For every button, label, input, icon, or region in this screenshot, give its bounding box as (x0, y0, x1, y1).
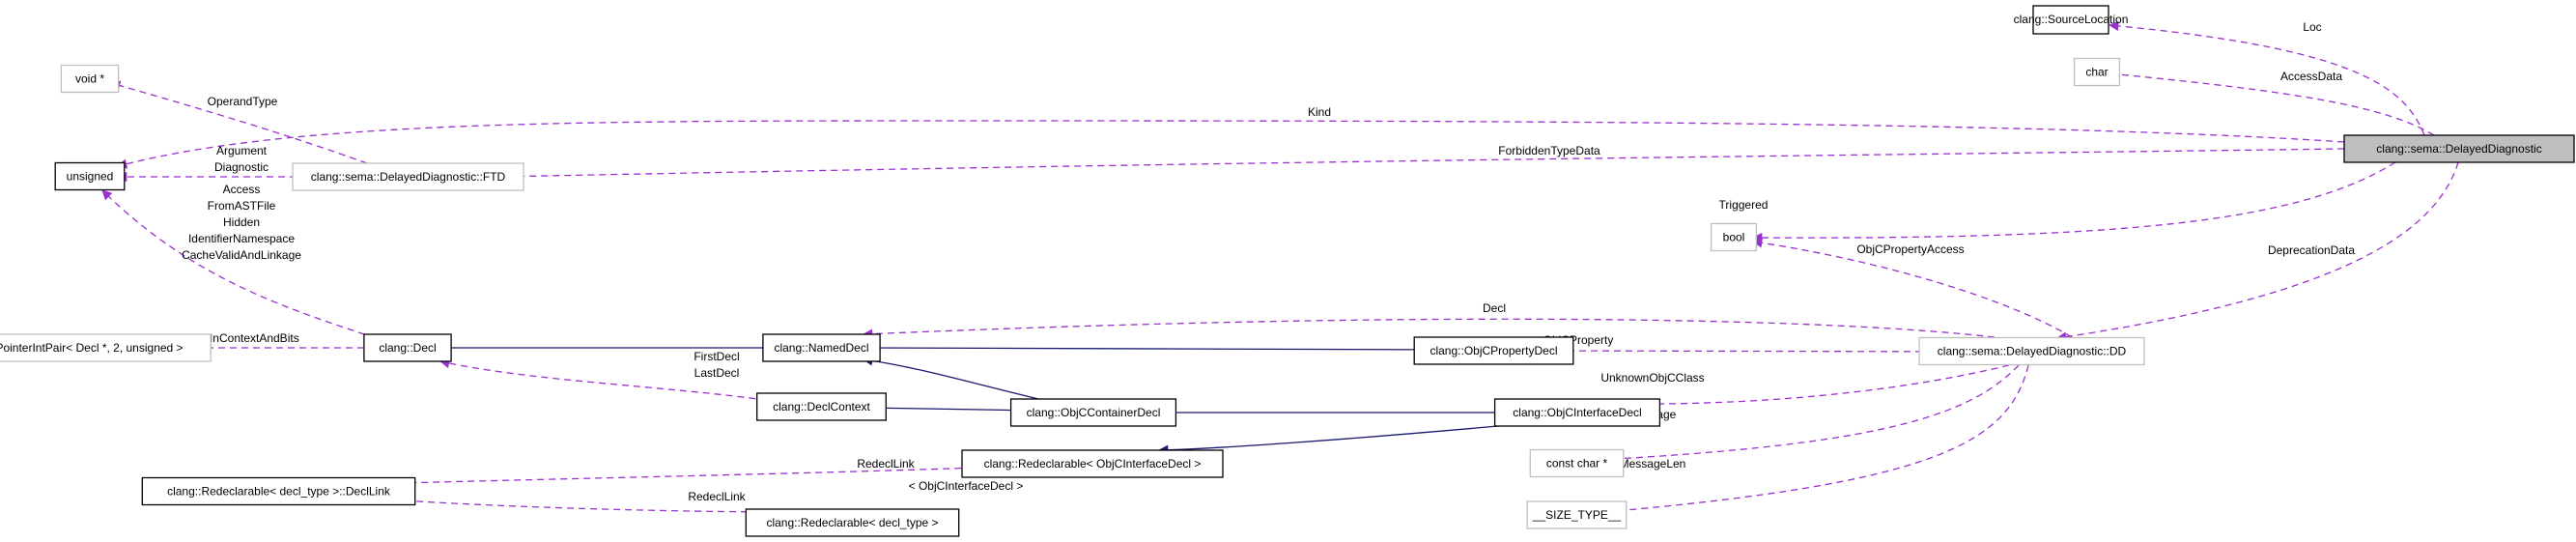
edge-label-line: OperandType (208, 95, 278, 108)
edge-label: RedeclLink (688, 490, 746, 503)
node-label: clang::Redeclarable< decl_type > (766, 516, 938, 529)
node-constcharp[interactable]: const char * (1529, 448, 1625, 478)
edge-label-line: IdentifierNamespace (188, 232, 295, 245)
node-label: clang::ObjCInterfaceDecl (1513, 406, 1641, 419)
edge-label: Argument Diagnostic (214, 144, 269, 174)
node-label: clang::ObjCContainerDecl (1027, 406, 1161, 419)
edge-dd_root-to-unsigned (116, 120, 2345, 169)
node-char[interactable]: char (2073, 57, 2121, 87)
edge-label: FirstDecl LastDecl (694, 350, 739, 380)
edge-label-line: Diagnostic (214, 160, 269, 174)
node-declctx[interactable]: clang::DeclContext (756, 392, 887, 421)
node-redecltmpl[interactable]: clang::Redeclarable< decl_type > (745, 508, 960, 537)
edge-label: UnknownObjCClass (1600, 371, 1704, 385)
edge-label-line: Triggered (1719, 198, 1769, 212)
edge-label-line: FromASTFile (208, 199, 276, 213)
node-label: clang::Redeclarable< ObjCInterfaceDecl > (984, 457, 1202, 471)
edge-label-line: Decl (1483, 301, 1506, 315)
node-ftd[interactable]: clang::sema::DelayedDiagnostic::FTD (292, 162, 524, 191)
node-label: clang::sema::DelayedDiagnostic (2376, 142, 2541, 156)
edge-label-line: AccessData (2280, 70, 2342, 83)
node-redeclobjc[interactable]: clang::Redeclarable< ObjCInterfaceDecl > (961, 449, 1224, 478)
node-label: clang::DeclContext (773, 400, 870, 414)
node-objcpropdecl[interactable]: clang::ObjCPropertyDecl (1413, 336, 1574, 365)
edge-label: Decl (1483, 301, 1506, 315)
edge-dd_root-to-ddd (2055, 161, 2459, 342)
node-label: clang::Decl (379, 341, 436, 355)
edge-dd_root-to-bool (1751, 161, 2396, 243)
node-label: clang::NamedDecl (774, 341, 868, 355)
edge-label: < ObjCInterfaceDecl > (909, 479, 1024, 493)
edge-dd_root-to-ftd (495, 148, 2345, 183)
edge-dd_root-to-char (2107, 69, 2435, 136)
edge-label: DeprecationData (2268, 243, 2355, 257)
edge-label-line: Argument (216, 144, 268, 157)
node-decllink[interactable]: clang::Redeclarable< decl_type >::DeclLi… (141, 476, 416, 506)
edge-label-line: Loc (2303, 20, 2321, 34)
edge-label-line: CacheValidAndLinkage (182, 248, 301, 262)
edge-label: RedeclLink (857, 457, 915, 471)
edge-objccont-to-nameddecl (862, 356, 1039, 400)
node-label: char (2085, 66, 2108, 79)
edge-label: Triggered (1719, 198, 1769, 212)
node-objccont[interactable]: clang::ObjCContainerDecl (1009, 398, 1177, 427)
edge-dd_root-to-srcloc (2108, 20, 2425, 136)
edge-label: AccessData (2280, 70, 2342, 83)
edge-ddd-to-nameddecl (862, 318, 1996, 339)
node-bool[interactable]: bool (1710, 222, 1758, 252)
edge-label-line: RedeclLink (688, 490, 746, 503)
node-label: bool (1723, 231, 1745, 244)
edge-label-line: ObjCPropertyAccess (1856, 242, 1964, 256)
edge-label: MessageLen (1620, 457, 1686, 471)
edge-ddd-to-sizetype (1602, 364, 2029, 517)
edge-label-line: DeprecationData (2268, 243, 2355, 257)
node-label: __SIZE_TYPE__ (1532, 508, 1622, 522)
edge-label: ForbiddenTypeData (1498, 144, 1600, 157)
edge-ddd-to-objcpropdecl (1529, 345, 1981, 357)
node-unsigned[interactable]: unsigned (54, 161, 126, 191)
edge-label-line: < ObjCInterfaceDecl > (909, 479, 1024, 493)
edge-label-line: RedeclLink (857, 457, 915, 471)
node-label: clang::sema::DelayedDiagnostic::DD (1938, 345, 2127, 358)
node-label: clang::SourceLocation (2014, 13, 2129, 26)
node-label: clang::sema::DelayedDiagnostic::FTD (311, 170, 506, 184)
edge-label: Kind (1308, 105, 1331, 119)
node-objciface[interactable]: clang::ObjCInterfaceDecl (1493, 398, 1661, 427)
edge-label-line: Hidden (223, 215, 260, 229)
node-ddd[interactable]: clang::sema::DelayedDiagnostic::DD (1918, 336, 2145, 366)
node-pip[interactable]: PointerIntPair< Decl *, 2, unsigned > (0, 333, 212, 362)
collaboration-diagram: Loc AccessData Kind ForbiddenTypeData Trigge… (0, 5, 2575, 537)
edge-label-line: UnknownObjCClass (1600, 371, 1704, 385)
node-sizetype[interactable]: __SIZE_TYPE__ (1526, 500, 1628, 529)
edge-label: Loc (2303, 20, 2321, 34)
edge-label-line: MessageLen (1620, 457, 1686, 471)
node-voidp[interactable]: void * (60, 64, 120, 94)
node-label: unsigned (67, 170, 114, 184)
edge-label-line: FirstDecl (694, 350, 739, 363)
edge-objciface-to-redeclobjc (1157, 421, 1542, 456)
node-label: void * (75, 72, 104, 86)
edge-label: Access FromASTFile Hidden IdentifierNamespa… (182, 183, 301, 262)
node-decl[interactable]: clang::Decl (363, 333, 452, 362)
edge-label: ObjCPropertyAccess (1856, 242, 1964, 256)
node-label: const char * (1546, 457, 1608, 471)
node-label: clang::Redeclarable< decl_type >::DeclLi… (167, 485, 391, 499)
edge-label: OperandType (208, 95, 278, 108)
edge-label-line: LastDecl (694, 366, 740, 380)
edge-label-line: Access (223, 183, 261, 196)
node-srcloc[interactable]: clang::SourceLocation (2014, 5, 2129, 35)
edge-label-line: ForbiddenTypeData (1498, 144, 1600, 157)
node-nameddecl[interactable]: clang::NamedDecl (762, 333, 881, 362)
node-dd_root[interactable]: clang::sema::DelayedDiagnostic (2343, 134, 2575, 163)
node-label: clang::ObjCPropertyDecl (1430, 344, 1557, 357)
node-label: PointerIntPair< Decl *, 2, unsigned > (0, 341, 184, 355)
edge-objcpropdecl-to-nameddecl (862, 342, 1458, 354)
edge-label-line: Kind (1308, 105, 1331, 119)
